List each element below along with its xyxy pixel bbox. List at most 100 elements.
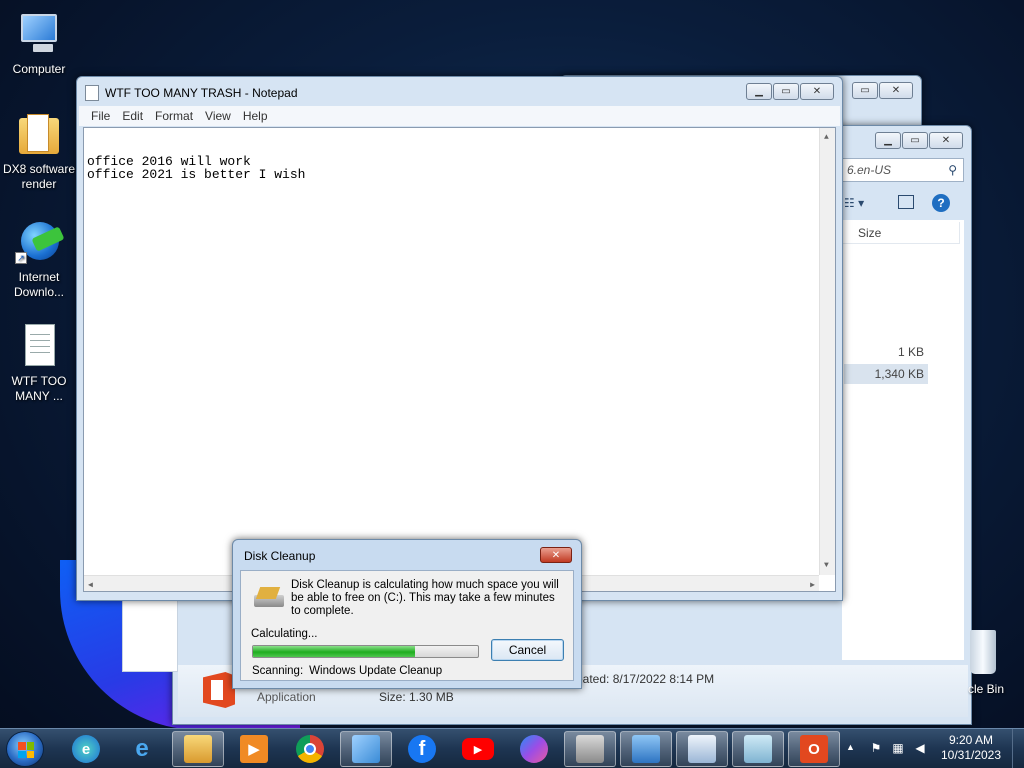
search-icon[interactable]: ⚲ <box>948 163 957 177</box>
taskbar-control-panel[interactable] <box>620 731 672 767</box>
taskbar-paint[interactable] <box>340 731 392 767</box>
close-icon[interactable]: ✕ <box>540 547 572 563</box>
explorer-icon <box>184 735 212 763</box>
close-icon[interactable]: ✕ <box>879 82 913 99</box>
vertical-scrollbar[interactable]: ▲ ▼ <box>819 128 835 575</box>
windows-logo-icon <box>18 742 34 758</box>
taskbar-chrome[interactable] <box>284 731 336 767</box>
desktop-icon-label: cle Bin <box>968 682 1005 696</box>
details-size: Size: 1.30 MB <box>379 690 454 704</box>
menu-help[interactable]: Help <box>237 106 274 126</box>
copilot-icon <box>520 735 548 763</box>
notepad-icon <box>744 735 772 763</box>
preview-pane-icon[interactable] <box>898 195 914 209</box>
taskbar-window[interactable] <box>676 731 728 767</box>
progress-bar <box>252 645 479 658</box>
computer-icon <box>15 10 63 58</box>
show-hidden-icons-icon[interactable]: ▲ <box>846 742 855 752</box>
file-size-cell: 1 KB <box>897 345 924 359</box>
explorer-toolbar: ☷ ▾ ? <box>840 192 964 216</box>
taskbar-office[interactable]: O <box>788 731 840 767</box>
menu-edit[interactable]: Edit <box>116 106 149 126</box>
media-player-icon: ▶ <box>240 735 268 763</box>
caption-buttons: ▁ ▭ ✕ <box>746 83 834 100</box>
scroll-up-icon[interactable]: ▲ <box>824 131 829 144</box>
text-editor[interactable]: office 2016 will work office 2021 is bet… <box>83 127 836 592</box>
taskbar-edge[interactable]: e <box>60 731 112 767</box>
window-title: WTF TOO MANY TRASH - Notepad <box>105 86 298 100</box>
window-title-bar[interactable]: WTF TOO MANY TRASH - Notepad <box>85 85 298 101</box>
desktop-icon-computer[interactable]: Computer <box>1 10 77 77</box>
scroll-down-icon[interactable]: ▼ <box>824 559 829 572</box>
taskbar: e e ▶ f ▶ O ▲ ⚑ ▦ ◀ 9:20 AM 10/31/2023 <box>0 728 1024 768</box>
close-icon[interactable]: ✕ <box>929 132 963 149</box>
minimize-icon[interactable]: ▁ <box>875 132 901 149</box>
taskbar-facebook[interactable]: f <box>396 731 448 767</box>
internet-explorer-icon: e <box>135 735 149 762</box>
taskbar-media-player[interactable]: ▶ <box>228 731 280 767</box>
progress-fill <box>253 646 415 657</box>
network-icon[interactable]: ▦ <box>890 741 906 757</box>
text-file-icon <box>15 322 63 370</box>
taskbar-youtube[interactable]: ▶ <box>452 731 504 767</box>
recycle-bin-icon <box>970 630 996 674</box>
notepad-window[interactable]: WTF TOO MANY TRASH - Notepad ▁ ▭ ✕ File … <box>76 76 843 601</box>
maximize-icon[interactable]: ▭ <box>902 132 928 149</box>
scroll-right-icon[interactable]: ▶ <box>810 579 815 592</box>
facebook-icon: f <box>408 735 436 763</box>
column-header-size[interactable]: Size <box>842 222 960 244</box>
desktop-icon-label: DX8 software render <box>2 162 76 191</box>
disk-cleanup-icon <box>576 735 604 763</box>
scroll-left-icon[interactable]: ◀ <box>88 579 93 592</box>
dialog-title: Disk Cleanup <box>244 549 316 563</box>
taskbar-notepad[interactable] <box>732 731 784 767</box>
help-icon[interactable]: ? <box>932 194 950 212</box>
minimize-icon[interactable]: ▭ <box>852 82 878 99</box>
start-button[interactable] <box>6 731 44 767</box>
caption-buttons: ▭ ✕ <box>852 82 913 99</box>
window-icon <box>688 735 716 763</box>
desktop-icon-label: Internet Downlo... <box>13 270 65 299</box>
menu-bar: File Edit Format View Help <box>79 106 840 126</box>
internet-download-manager-icon: ↗ <box>15 218 65 266</box>
clock[interactable]: 9:20 AM 10/31/2023 <box>936 733 1006 763</box>
status-text: Calculating... <box>251 628 318 640</box>
volume-muted-icon[interactable]: ◀ <box>912 741 928 757</box>
desktop-icon-dx8[interactable]: DX8 software render <box>1 110 77 192</box>
show-desktop-button[interactable] <box>1012 729 1024 768</box>
cancel-button[interactable]: Cancel <box>491 639 564 661</box>
explorer-file-list[interactable] <box>842 220 964 660</box>
scanning-label: Scanning: <box>252 665 304 677</box>
desktop-icon-text-file[interactable]: WTF TOO MANY ... <box>1 322 77 404</box>
chrome-icon <box>296 735 324 763</box>
taskbar-disk-cleanup[interactable] <box>564 731 616 767</box>
desktop-icon-label: Computer <box>12 62 66 76</box>
dialog-message: Disk Cleanup is calculating how much spa… <box>291 579 559 617</box>
menu-format[interactable]: Format <box>149 106 199 126</box>
taskbar-explorer[interactable] <box>172 731 224 767</box>
editor-content: office 2016 will work office 2021 is bet… <box>87 154 306 182</box>
notepad-icon <box>85 85 99 101</box>
office-icon: O <box>800 735 828 763</box>
desktop-icon-label: WTF TOO MANY ... <box>11 374 67 403</box>
details-type: Application <box>257 690 316 704</box>
minimize-icon[interactable]: ▁ <box>746 83 772 100</box>
desktop-icon-idm[interactable]: ↗ Internet Downlo... <box>1 218 77 300</box>
menu-file[interactable]: File <box>85 106 116 126</box>
clock-date: 10/31/2023 <box>940 748 1002 762</box>
disk-cleanup-dialog[interactable]: Disk Cleanup ✕ Disk Cleanup is calculati… <box>232 539 582 689</box>
scanning-item: Windows Update Cleanup <box>309 665 443 677</box>
taskbar-internet-explorer[interactable]: e <box>116 731 168 767</box>
view-options-icon[interactable]: ☷ ▾ <box>844 196 864 210</box>
dialog-body: Disk Cleanup is calculating how much spa… <box>240 570 574 681</box>
paint-icon <box>352 735 380 763</box>
details-created: eated: 8/17/2022 8:14 PM <box>576 672 715 686</box>
taskbar-copilot[interactable] <box>508 731 560 767</box>
file-size-cell-selected[interactable]: 1,340 KB <box>844 364 928 384</box>
action-center-warning-icon[interactable]: ⚑ <box>868 741 884 757</box>
menu-view[interactable]: View <box>199 106 237 126</box>
control-panel-icon <box>632 735 660 763</box>
maximize-icon[interactable]: ▭ <box>773 83 799 100</box>
disk-cleanup-icon <box>252 585 286 611</box>
close-icon[interactable]: ✕ <box>800 83 834 100</box>
